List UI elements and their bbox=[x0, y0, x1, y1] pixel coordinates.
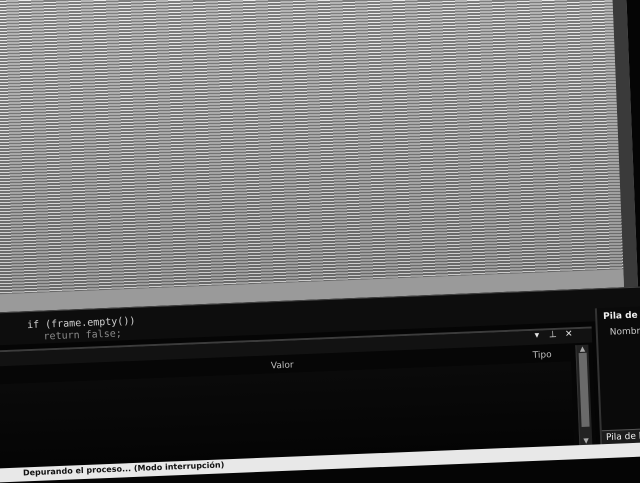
panel-tools: ▾ ⊥ ✕ bbox=[532, 329, 574, 341]
ide-window: if (frame.empty()) return false; ▾ ⊥ ✕ V… bbox=[0, 0, 640, 483]
dropdown-icon[interactable]: ▾ bbox=[532, 331, 542, 341]
callstack-panel: Pila de llamadas Nombre Pila de llama bbox=[594, 305, 640, 459]
column-header-valor[interactable]: Valor bbox=[271, 361, 294, 372]
image-viewer-window bbox=[0, 0, 639, 313]
callstack-title: Pila de llamadas bbox=[603, 309, 640, 323]
code-line: return false; bbox=[43, 328, 122, 343]
vertical-scrollbar[interactable]: ▲ ▼ bbox=[575, 344, 593, 446]
column-header-nombre[interactable]: Nombre bbox=[610, 326, 640, 337]
pin-icon[interactable]: ⊥ bbox=[548, 330, 558, 340]
column-header-tipo[interactable]: Tipo bbox=[533, 350, 552, 361]
scroll-thumb[interactable] bbox=[578, 352, 590, 428]
tab-callstack[interactable]: Pila de llama bbox=[601, 426, 640, 445]
scanline-image bbox=[0, 0, 624, 295]
close-icon[interactable]: ✕ bbox=[564, 329, 574, 339]
